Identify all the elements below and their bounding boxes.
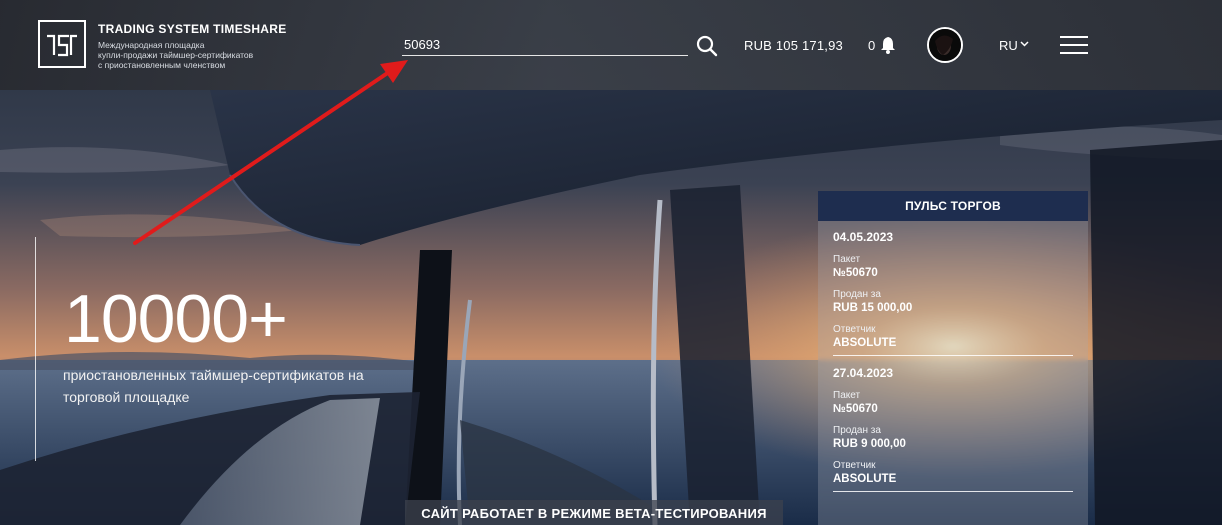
chevron-down-icon[interactable] (1020, 41, 1029, 47)
user-avatar[interactable] (927, 27, 963, 63)
account-balance[interactable]: RUB 105 171,93 (744, 38, 843, 53)
trade-date: 27.04.2023 (833, 366, 894, 380)
search-icon[interactable] (696, 35, 718, 57)
trading-pulse-panel: ПУЛЬС ТОРГОВ 04.05.2023 Пакет №50670 Про… (818, 191, 1088, 525)
trade-sold-label: Продан за (833, 425, 881, 436)
beta-testing-banner: САЙТ РАБОТАЕТ В РЕЖИМЕ BETA-ТЕСТИРОВАНИЯ (405, 500, 783, 525)
hero-number: 10000+ (64, 281, 288, 357)
trade-item[interactable]: 04.05.2023 Пакет №50670 Продан за RUB 15… (818, 230, 1088, 356)
trade-item[interactable]: 27.04.2023 Пакет №50670 Продан за RUB 9 … (818, 366, 1088, 492)
trade-sold-value: RUB 9 000,00 (833, 438, 906, 450)
trade-package-value[interactable]: №50670 (833, 267, 1073, 279)
trade-package-value[interactable]: №50670 (833, 403, 1073, 415)
bell-icon[interactable] (880, 36, 896, 54)
brand-title: TRADING SYSTEM TIMESHARE (98, 22, 287, 36)
trade-sold-value: RUB 15 000,00 (833, 302, 913, 314)
trade-divider (833, 491, 1073, 492)
brand-subtitle-line: с приостановленным членством (98, 60, 226, 70)
brand-subtitle-line: купли-продажи таймшер-сертификатов (98, 50, 254, 60)
trade-resort-value: ABSOLUTE (833, 473, 897, 485)
search-field (402, 34, 688, 56)
brand-subtitle: Международная площадка купли-продажи тай… (98, 40, 298, 70)
brand-subtitle-line: Международная площадка (98, 40, 205, 50)
top-header: TRADING SYSTEM TIMESHARE Международная п… (0, 0, 1222, 90)
language-selector[interactable]: RU (999, 38, 1018, 53)
trade-package-label: Пакет (833, 390, 861, 401)
hamburger-menu-icon[interactable] (1060, 36, 1088, 56)
trade-resort-label: Ответчик (833, 460, 876, 471)
trade-resort-value: ABSOLUTE (833, 337, 897, 349)
tst-logo-icon[interactable] (38, 20, 86, 68)
trade-sold-label: Продан за (833, 289, 881, 300)
search-input[interactable] (402, 34, 688, 54)
hero-divider (35, 237, 36, 461)
pulse-title: ПУЛЬС ТОРГОВ (818, 191, 1088, 221)
trade-package-label: Пакет (833, 254, 861, 265)
notification-count[interactable]: 0 (868, 38, 875, 53)
trade-date: 04.05.2023 (833, 230, 894, 244)
hero-description: приостановленных таймшер-сертификатов на… (63, 367, 364, 405)
trade-resort-label: Ответчик (833, 324, 876, 335)
trade-divider (833, 355, 1073, 356)
